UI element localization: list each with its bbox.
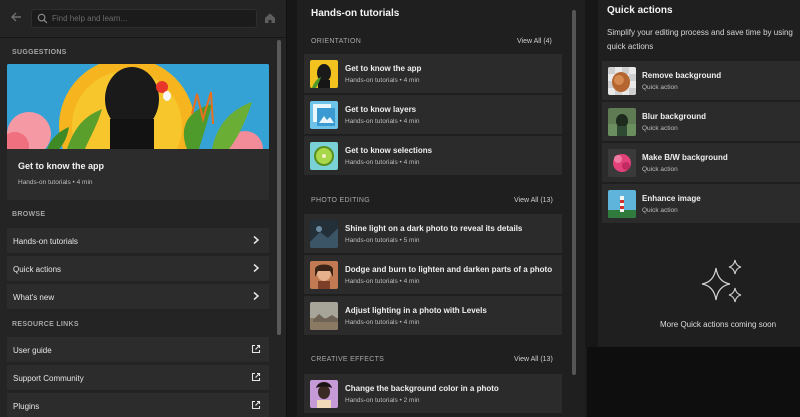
tutorial-title: Get to know layers <box>345 105 417 114</box>
browse-item-label: Hands-on tutorials <box>13 237 78 246</box>
search-input[interactable] <box>52 11 252 26</box>
tutorial-hero-image <box>7 64 269 149</box>
browse-item-label: Quick actions <box>13 265 62 274</box>
quick-action-thumbnail <box>608 190 636 218</box>
browse-item-label: What's new <box>13 293 55 302</box>
resource-item-user-guide[interactable]: User guide <box>7 337 269 363</box>
quick-action-thumbnail <box>608 108 636 136</box>
quick-action-subtitle: Quick action <box>642 84 678 91</box>
suggestions-heading: SUGGESTIONS <box>12 49 67 56</box>
photo-editing-heading: PHOTO EDITING <box>311 197 370 204</box>
back-arrow-icon[interactable] <box>7 10 25 28</box>
panel-divider <box>585 0 598 347</box>
creative-effects-heading: CREATIVE EFFECTS <box>311 356 385 363</box>
quick-action-make-bw-background[interactable]: Make B/W background Quick action <box>602 143 800 183</box>
page-title: Hands-on tutorials <box>311 8 400 19</box>
quick-action-enhance-image[interactable]: Enhance image Quick action <box>602 184 800 224</box>
external-link-icon <box>251 372 261 382</box>
quick-action-title: Blur background <box>642 112 707 121</box>
tutorial-subtitle: Hands-on tutorials • 2 min <box>345 397 420 404</box>
browse-item-hands-on-tutorials[interactable]: Hands-on tutorials <box>7 228 269 254</box>
hero-title: Get to know the app <box>18 161 105 171</box>
hero-subtitle: Hands-on tutorials • 4 min <box>18 179 93 186</box>
home-icon[interactable] <box>263 11 277 25</box>
quick-action-thumbnail <box>608 149 636 177</box>
resource-item-support-community[interactable]: Support Community <box>7 365 269 391</box>
quick-action-remove-background[interactable]: Remove background Quick action <box>602 61 800 101</box>
tutorial-title: Adjust lighting in a photo with Levels <box>345 306 487 315</box>
suggested-tutorial-card[interactable]: Get to know the app Hands-on tutorials •… <box>7 64 269 200</box>
quick-action-blur-background[interactable]: Blur background Quick action <box>602 102 800 142</box>
tutorial-title: Dodge and burn to lighten and darken par… <box>345 265 553 274</box>
external-link-icon <box>251 400 261 410</box>
search-icon <box>37 13 48 24</box>
quick-action-subtitle: Quick action <box>642 207 678 214</box>
panel-header <box>0 0 286 38</box>
tutorial-title: Shine light on a dark photo to reveal it… <box>345 224 523 233</box>
orientation-heading: ORIENTATION <box>311 38 362 45</box>
view-all-creative-effects-link[interactable]: View All (13) <box>514 356 553 363</box>
quick-action-subtitle: Quick action <box>642 166 678 173</box>
tutorial-subtitle: Hands-on tutorials • 4 min <box>345 159 420 166</box>
browse-heading: BROWSE <box>12 211 46 218</box>
tutorial-card[interactable]: Get to know layers Hands-on tutorials • … <box>304 95 562 135</box>
tutorial-subtitle: Hands-on tutorials • 4 min <box>345 278 420 285</box>
tutorial-thumbnail <box>310 142 338 170</box>
scrollbar[interactable] <box>277 40 281 335</box>
resource-links-heading: RESOURCE LINKS <box>12 321 79 328</box>
resource-item-label: Support Community <box>13 374 84 383</box>
chevron-right-icon <box>253 235 260 245</box>
tutorial-subtitle: Hands-on tutorials • 4 min <box>345 118 420 125</box>
resource-item-plugins[interactable]: Plugins <box>7 393 269 417</box>
resource-item-label: Plugins <box>13 402 40 411</box>
quick-action-title: Enhance image <box>642 194 701 203</box>
tutorial-thumbnail <box>310 302 338 330</box>
tutorial-thumbnail <box>310 380 338 408</box>
quick-actions-panel: Quick actions Simplify your editing proc… <box>598 0 800 347</box>
app-root: SUGGESTIONS <box>0 0 800 417</box>
tutorial-title: Get to know the app <box>345 64 422 73</box>
empty-area <box>587 347 800 417</box>
view-all-orientation-link[interactable]: View All (4) <box>517 38 552 45</box>
quick-actions-description: Simplify your editing process and save t… <box>607 28 793 51</box>
quick-action-title: Make B/W background <box>642 153 728 162</box>
tutorial-card[interactable]: Dodge and burn to lighten and darken par… <box>304 255 562 295</box>
search-box[interactable] <box>31 9 257 28</box>
tutorial-card[interactable]: Get to know the app Hands-on tutorials •… <box>304 54 562 94</box>
tutorials-panel: Hands-on tutorials ORIENTATION View All … <box>297 0 585 417</box>
view-all-photo-editing-link[interactable]: View All (13) <box>514 197 553 204</box>
tutorial-title: Change the background color in a photo <box>345 384 499 393</box>
tutorial-card[interactable]: Change the background color in a photo H… <box>304 374 562 414</box>
tutorial-card[interactable]: Get to know selections Hands-on tutorial… <box>304 136 562 176</box>
tutorial-thumbnail <box>310 261 338 289</box>
discover-panel: SUGGESTIONS <box>0 0 287 417</box>
browse-item-quick-actions[interactable]: Quick actions <box>7 256 269 282</box>
tutorial-card[interactable]: Adjust lighting in a photo with Levels H… <box>304 296 562 336</box>
external-link-icon <box>251 344 261 354</box>
tutorial-card[interactable]: Shine light on a dark photo to reveal it… <box>304 214 562 254</box>
tutorial-title: Get to know selections <box>345 146 433 155</box>
chevron-right-icon <box>253 291 260 301</box>
sparkles-icon <box>701 259 742 303</box>
resource-item-label: User guide <box>13 346 52 355</box>
tutorial-thumbnail <box>310 101 338 129</box>
panel-divider <box>287 0 297 417</box>
browse-item-whats-new[interactable]: What's new <box>7 284 269 310</box>
coming-soon-text: More Quick actions coming soon <box>660 320 777 329</box>
tutorial-subtitle: Hands-on tutorials • 4 min <box>345 319 420 326</box>
quick-action-thumbnail <box>608 67 636 95</box>
tutorial-subtitle: Hands-on tutorials • 5 min <box>345 237 420 244</box>
quick-action-title: Remove background <box>642 71 722 80</box>
page-title: Quick actions <box>607 5 673 16</box>
chevron-right-icon <box>253 263 260 273</box>
scrollbar[interactable] <box>572 10 576 375</box>
tutorial-subtitle: Hands-on tutorials • 4 min <box>345 77 420 84</box>
tutorial-thumbnail <box>310 220 338 248</box>
tutorial-thumbnail <box>310 60 338 88</box>
quick-action-subtitle: Quick action <box>642 125 678 132</box>
